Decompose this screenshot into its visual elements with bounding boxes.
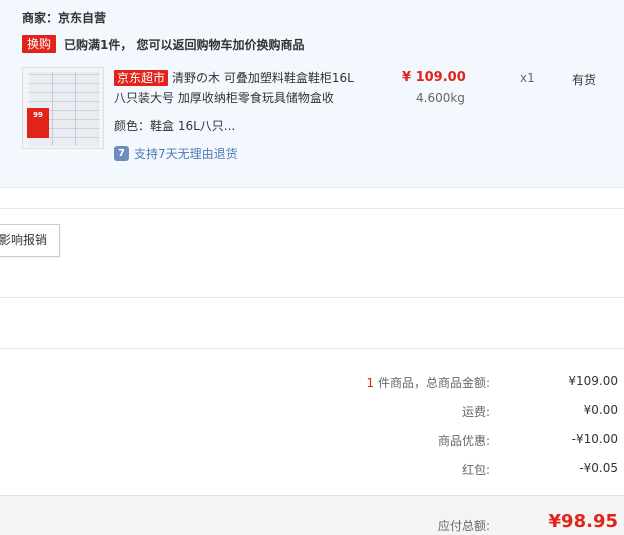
product-thumbnail[interactable]: 99 xyxy=(22,67,104,149)
items-total-label: 1 件商品，总商品金额: xyxy=(367,374,491,391)
items-label-text: 件商品，总商品金额: xyxy=(374,376,490,390)
product-color: 颜色：鞋盒 16L八只... xyxy=(114,119,236,133)
product-title[interactable]: 京东超市 清野の木 可叠加塑料鞋盒鞋柜16L八只装大号 加厚收纳柜零食玩具储物盒收 xyxy=(114,68,362,108)
thumbnail-sale-tag: 99 xyxy=(27,108,49,138)
shipping-label: 运费: xyxy=(461,405,490,419)
redpacket-amount: -¥0.05 xyxy=(579,461,618,475)
section-divider xyxy=(0,208,624,209)
summary-shipping-row: 运费: ¥0.00 xyxy=(218,403,618,421)
total-amount: ¥98.95 xyxy=(548,511,618,532)
thumbnail-shelf-divider xyxy=(52,72,53,146)
section-divider xyxy=(0,297,624,298)
stock-status: 有货 xyxy=(572,73,597,87)
product-price: ¥ 109.00 xyxy=(402,70,466,85)
shipping-amount: ¥0.00 xyxy=(583,403,618,417)
impact-reimbursement-button[interactable]: 影响报销 xyxy=(0,224,61,257)
total-label: 应付总额: xyxy=(437,519,490,533)
discount-amount: -¥10.00 xyxy=(571,432,618,446)
total-payable-bar: 应付总额: ¥98.95 xyxy=(0,495,624,535)
redpacket-label: 红包: xyxy=(461,463,490,477)
promo-row: 换购 已购满1件， 您可以返回购物车加价换购商品 xyxy=(22,35,305,53)
thumbnail-sale-text: 99 xyxy=(33,111,43,119)
jd-supermarket-tag: 京东超市 xyxy=(114,70,169,86)
summary-redpacket-row: 红包: -¥0.05 xyxy=(218,461,618,479)
summary-items-row: 1 件商品，总商品金额: ¥109.00 xyxy=(218,374,619,392)
discount-label: 商品优惠: xyxy=(437,434,490,448)
shop-order-panel: 商家：京东自营 换购 已购满1件， 您可以返回购物车加价换购商品 99 京东超市… xyxy=(0,0,624,188)
seven-day-return-icon: 7 xyxy=(114,146,129,161)
promo-text: 已购满1件， 您可以返回购物车加价换购商品 xyxy=(64,37,305,52)
promo-badge[interactable]: 换购 xyxy=(22,35,57,53)
product-quantity: x1 xyxy=(520,71,535,85)
seller-name: 商家：京东自营 xyxy=(22,11,107,25)
section-divider xyxy=(0,348,624,349)
return-policy-text: 支持7天无理由退货 xyxy=(134,147,238,161)
items-total-amount: ¥109.00 xyxy=(568,374,618,388)
return-policy[interactable]: 7 支持7天无理由退货 xyxy=(114,145,238,162)
product-weight: 4.600kg xyxy=(416,91,465,105)
thumbnail-shelf-divider xyxy=(75,72,76,146)
items-count: 1 xyxy=(366,376,375,390)
summary-discount-row: 商品优惠: -¥10.00 xyxy=(218,432,618,450)
